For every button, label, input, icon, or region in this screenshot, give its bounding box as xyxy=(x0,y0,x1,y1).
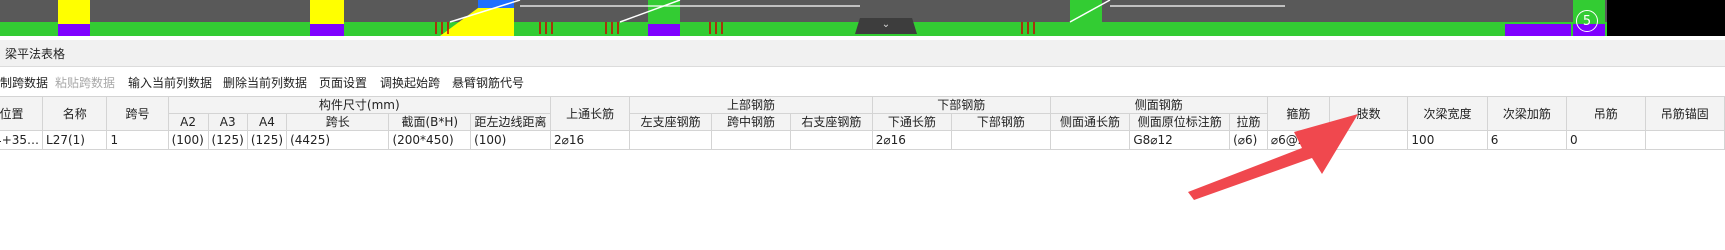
col-header-secondary-beam-width[interactable]: 次梁宽度 xyxy=(1407,96,1488,131)
input-current-column-button[interactable]: 输入当前列数据 xyxy=(128,74,212,91)
cell-name[interactable]: L27(1) xyxy=(42,130,108,150)
col-header-section[interactable]: 截面(B*H) xyxy=(388,113,472,131)
table-row[interactable]: <4+35… L27(1) 1 (100) (125) (125) (4425)… xyxy=(0,130,1725,150)
cantilever-rebar-code-button[interactable]: 悬臂钢筋代号 xyxy=(452,74,524,91)
col-header-position[interactable]: 位置 xyxy=(0,96,44,131)
drawing-canvas[interactable]: ⌄ 5 xyxy=(0,0,1725,36)
paste-span-data-button[interactable]: 粘贴跨数据 xyxy=(55,74,115,91)
panel-title: 梁平法表格 xyxy=(5,47,66,61)
annotation-arrow-shape xyxy=(1188,114,1358,200)
col-header-edge-distance[interactable]: 距左边线距离 xyxy=(470,113,552,131)
cell-secondary-beam-add[interactable]: 6 xyxy=(1486,130,1567,150)
group-header-size: 构件尺寸(mm) xyxy=(167,96,552,114)
cell-a2[interactable]: (100) xyxy=(167,130,209,150)
panel-expand-handle[interactable]: ⌄ xyxy=(855,18,917,34)
beam-table-container: 位置 名称 跨号 构件尺寸(mm) 上通长筋 上部钢筋 下部钢筋 侧面钢筋 箍筋… xyxy=(0,96,1725,150)
cell-position[interactable]: <4+35… xyxy=(0,130,44,150)
cell-a4[interactable]: (125) xyxy=(246,130,288,150)
chevron-down-icon[interactable]: ⌄ xyxy=(882,19,890,30)
col-header-hanger-anchor[interactable]: 吊筋锚固 xyxy=(1644,96,1725,131)
cell-secondary-beam-width[interactable]: 100 xyxy=(1407,130,1488,150)
group-header-top-rebar: 上部钢筋 xyxy=(629,96,873,114)
cell-a3[interactable]: (125) xyxy=(207,130,248,150)
cell-span-length[interactable]: (4425) xyxy=(286,130,390,150)
swap-start-span-button[interactable]: 调换起始跨 xyxy=(380,74,440,91)
col-header-span-length[interactable]: 跨长 xyxy=(286,113,390,131)
annotation-arrow-icon xyxy=(1188,114,1358,200)
group-header-bottom-rebar: 下部钢筋 xyxy=(871,96,1051,114)
cell-edge-distance[interactable]: (100) xyxy=(470,130,552,150)
col-header-side-through[interactable]: 侧面通长筋 xyxy=(1049,113,1131,131)
col-header-left-support[interactable]: 左支座钢筋 xyxy=(629,113,712,131)
cell-side-through[interactable] xyxy=(1049,130,1131,150)
col-header-mid-span[interactable]: 跨中钢筋 xyxy=(710,113,792,131)
cell-hanger-anchor[interactable] xyxy=(1644,130,1725,150)
col-header-bottom-through[interactable]: 下通长筋 xyxy=(871,113,953,131)
col-header-secondary-beam-add[interactable]: 次梁加筋 xyxy=(1486,96,1567,131)
cell-hanger[interactable]: 0 xyxy=(1565,130,1646,150)
copy-span-data-button[interactable]: 复制跨数据 xyxy=(0,74,48,91)
table-header-row-1: 位置 名称 跨号 构件尺寸(mm) 上通长筋 上部钢筋 下部钢筋 侧面钢筋 箍筋… xyxy=(0,96,1725,131)
col-header-top-through[interactable]: 上通长筋 xyxy=(550,96,631,131)
cell-top-through[interactable]: 2⌀16 xyxy=(550,130,631,150)
beam-table: 位置 名称 跨号 构件尺寸(mm) 上通长筋 上部钢筋 下部钢筋 侧面钢筋 箍筋… xyxy=(0,96,1725,150)
cell-right-support[interactable] xyxy=(790,130,873,150)
col-header-bottom-rebar[interactable]: 下部钢筋 xyxy=(951,113,1051,131)
col-header-right-support[interactable]: 右支座钢筋 xyxy=(790,113,873,131)
cell-bottom-through[interactable]: 2⌀16 xyxy=(871,130,953,150)
cell-left-support[interactable] xyxy=(629,130,712,150)
toolbar: 复制跨数据 粘贴跨数据 输入当前列数据 删除当前列数据 页面设置 调换起始跨 悬… xyxy=(0,72,1725,92)
axis-number-bubble: 5 xyxy=(1576,10,1598,32)
col-header-name[interactable]: 名称 xyxy=(42,96,108,131)
cell-mid-span[interactable] xyxy=(710,130,792,150)
col-header-a2[interactable]: A2 xyxy=(167,113,209,131)
col-header-a3[interactable]: A3 xyxy=(207,113,248,131)
cell-bottom-rebar[interactable] xyxy=(951,130,1051,150)
col-header-span[interactable]: 跨号 xyxy=(106,96,169,131)
cell-span[interactable]: 1 xyxy=(106,130,169,150)
col-header-a4[interactable]: A4 xyxy=(246,113,288,131)
col-header-hanger[interactable]: 吊筋 xyxy=(1565,96,1646,131)
cell-section[interactable]: (200*450) xyxy=(388,130,472,150)
delete-current-column-button[interactable]: 删除当前列数据 xyxy=(223,74,307,91)
page-setup-button[interactable]: 页面设置 xyxy=(319,74,367,91)
panel-title-bar: 梁平法表格 xyxy=(0,40,1725,67)
